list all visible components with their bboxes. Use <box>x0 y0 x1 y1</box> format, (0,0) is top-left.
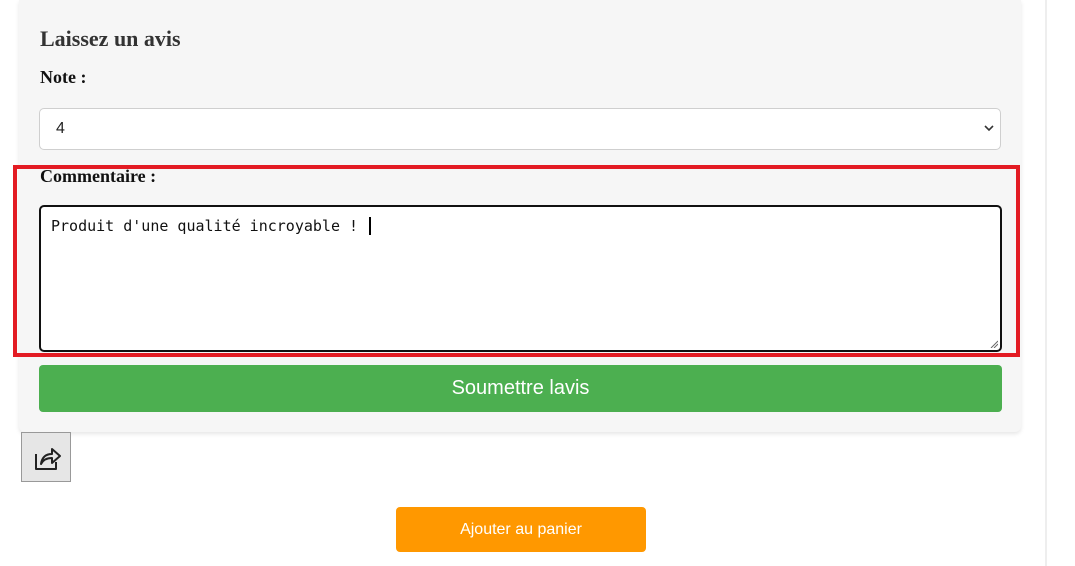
rating-select-value: 4 <box>56 120 65 137</box>
add-to-cart-button[interactable]: Ajouter au panier <box>396 507 646 552</box>
comment-textarea[interactable]: Produit d'une qualité incroyable ! <box>39 205 1002 352</box>
review-heading: Laissez un avis <box>40 26 181 51</box>
resize-grip-icon[interactable] <box>990 340 998 348</box>
comment-label: Commentaire : <box>40 166 157 186</box>
comment-text: Produit d'une qualité incroyable ! <box>51 217 372 235</box>
rating-select[interactable]: 4 <box>39 108 1001 150</box>
chevron-down-icon <box>984 125 994 132</box>
page-divider <box>1045 0 1047 566</box>
text-caret <box>369 217 372 235</box>
submit-review-button[interactable]: Soumettre lavis <box>39 365 1002 412</box>
share-button[interactable] <box>21 432 71 482</box>
share-icon <box>35 448 61 470</box>
page: Laissez un avis Note : 4 Commentaire : P… <box>0 0 1075 566</box>
review-form-card: Laissez un avis Note : 4 Commentaire : P… <box>19 0 1021 432</box>
rating-label: Note : <box>40 67 87 87</box>
